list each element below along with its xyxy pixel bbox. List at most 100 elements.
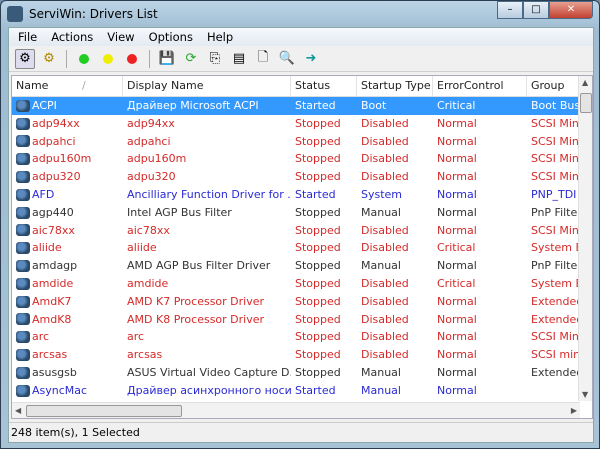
cell-status: Stopped — [295, 223, 341, 237]
menu-view[interactable]: View — [100, 28, 141, 46]
driver-icon — [16, 206, 30, 219]
find-icon[interactable]: 🔍 — [277, 49, 297, 69]
cell-driver-name: agp440 — [12, 204, 123, 222]
report-icon[interactable]: 🗋 — [253, 49, 273, 69]
cell-display-name: Драйвер асинхронного носи... — [127, 383, 291, 397]
driver-icon — [16, 242, 30, 255]
scroll-left-icon[interactable]: ◀ — [15, 406, 21, 415]
close-button[interactable]: ✕ — [549, 1, 593, 19]
vertical-scroll-thumb[interactable] — [580, 93, 592, 113]
cell-status: Stopped — [295, 116, 341, 130]
table-row[interactable]: AsyncMac Драйвер асинхронного носи... Star… — [12, 382, 592, 400]
horizontal-scrollbar[interactable]: ◀ ▶ — [12, 402, 580, 418]
cell-group: SCSI Mini — [531, 116, 580, 130]
column-header-display-name[interactable]: Display Name — [123, 76, 291, 96]
table-row[interactable]: adp94xx adp94xx Stopped Disabled Normal SCSI … — [12, 115, 592, 133]
cell-error-control: Normal — [437, 223, 477, 237]
table-row[interactable]: amdagp AMD AGP Bus Filter Driver Stopped Ma… — [12, 257, 592, 275]
maximize-button[interactable]: □ — [523, 1, 549, 19]
driver-name-text: adpu320 — [32, 170, 81, 184]
vertical-scrollbar[interactable]: ▲ ▼ — [578, 76, 592, 401]
table-row[interactable]: adpu160m adpu160m Stopped Disabled Normal SCS… — [12, 150, 592, 168]
start-icon[interactable] — [74, 49, 94, 69]
cell-status: Started — [295, 99, 336, 112]
driver-name-text: ACPI — [32, 99, 57, 112]
cell-display-name: adp94xx — [127, 116, 175, 130]
properties-icon[interactable]: ▤ — [229, 49, 249, 69]
list-header: Name / Display Name Status Startup Type … — [12, 76, 592, 97]
table-row[interactable]: arcsas arcsas Stopped Disabled Normal SCSI mi… — [12, 346, 592, 364]
driver-icon — [16, 99, 30, 112]
cell-display-name: arcsas — [127, 348, 163, 362]
table-row[interactable]: ACPI Драйвер Microsoft ACPI Started Boot Cri… — [12, 97, 592, 115]
cell-status: Stopped — [295, 312, 341, 326]
cell-driver-name: amdide — [12, 275, 123, 293]
menu-bar: File Actions View Options Help — [9, 28, 593, 46]
toolbar: ⚙ ⚙ 💾 ⟳ ⎘ ▤ 🗋 🔍 ➜ — [9, 46, 593, 72]
services-view-icon[interactable]: ⚙ — [39, 49, 59, 69]
driver-icon — [16, 366, 30, 379]
table-row[interactable]: aliide aliide Stopped Disabled Critical Syste… — [12, 239, 592, 257]
refresh-icon[interactable]: ⟳ — [181, 49, 201, 69]
cell-status: Started — [295, 383, 336, 397]
cell-group: SCSI mini — [531, 348, 580, 362]
menu-actions[interactable]: Actions — [44, 28, 100, 46]
cell-error-control: Normal — [437, 259, 477, 273]
cell-error-control: Critical — [437, 276, 476, 290]
table-row[interactable]: asusgsb ASUS Virtual Video Capture D... St… — [12, 364, 592, 382]
menu-help[interactable]: Help — [200, 28, 240, 46]
driver-name-text: agp440 — [32, 205, 74, 219]
driver-name-text: amdide — [32, 276, 74, 290]
column-header-status[interactable]: Status — [291, 76, 357, 96]
drivers-view-icon[interactable]: ⚙ — [15, 48, 35, 69]
menu-options[interactable]: Options — [142, 28, 200, 46]
cell-display-name: aic78xx — [127, 223, 170, 237]
cell-driver-name: adpahci — [12, 133, 123, 151]
cell-status: Stopped — [295, 241, 341, 255]
table-row[interactable]: arc arc Stopped Disabled Normal SCSI Mini — [12, 328, 592, 346]
stop-icon[interactable] — [122, 49, 142, 69]
table-row[interactable]: amdide amdide Stopped Disabled Critical Syste… — [12, 275, 592, 293]
cell-startup-type: Manual — [361, 383, 401, 397]
drivers-list[interactable]: Name / Display Name Status Startup Type … — [11, 75, 593, 419]
title-bar: ServiWin: Drivers List — [7, 4, 158, 24]
cell-display-name: Драйвер Microsoft ACPI — [127, 99, 259, 112]
window-title: ServiWin: Drivers List — [29, 7, 158, 21]
cell-startup-type: Disabled — [361, 170, 409, 184]
column-header-error-control[interactable]: ErrorControl — [433, 76, 527, 96]
cell-display-name: AMD AGP Bus Filter Driver — [127, 259, 271, 273]
column-header-name[interactable]: Name / — [12, 76, 123, 96]
cell-startup-type: Disabled — [361, 276, 409, 290]
table-row[interactable]: agp440 Intel AGP Bus Filter Stopped Manual N… — [12, 204, 592, 222]
table-row[interactable]: AmdK7 AMD K7 Processor Driver Stopped Disab… — [12, 293, 592, 311]
sort-indicator: / — [81, 79, 86, 92]
copy-icon[interactable]: ⎘ — [205, 49, 225, 69]
cell-error-control: Normal — [437, 187, 477, 201]
horizontal-scroll-thumb[interactable] — [26, 405, 182, 417]
scroll-right-icon[interactable]: ▶ — [571, 406, 577, 415]
cell-display-name: Ancilliary Function Driver for ... — [127, 187, 291, 201]
table-row[interactable]: AmdK8 AMD K8 Processor Driver Stopped Disab… — [12, 311, 592, 329]
minimize-button[interactable]: – — [497, 1, 523, 19]
scroll-up-icon[interactable]: ▲ — [582, 78, 588, 87]
driver-name-text: arcsas — [32, 348, 68, 362]
save-icon[interactable]: 💾 — [157, 49, 177, 69]
driver-icon — [16, 260, 30, 273]
table-row[interactable]: adpahci adpahci Stopped Disabled Normal SCSI … — [12, 133, 592, 151]
cell-startup-type: Disabled — [361, 223, 409, 237]
table-row[interactable]: adpu320 adpu320 Stopped Disabled Normal SCSI … — [12, 168, 592, 186]
column-header-group[interactable]: Group — [527, 76, 580, 96]
exit-icon[interactable]: ➜ — [301, 49, 321, 69]
table-row[interactable]: aic78xx aic78xx Stopped Disabled Normal SCSI … — [12, 222, 592, 240]
driver-icon — [16, 349, 30, 362]
driver-name-text: AsyncMac — [32, 383, 88, 397]
column-header-startup-type[interactable]: Startup Type — [357, 76, 433, 96]
menu-file[interactable]: File — [11, 28, 44, 46]
table-row[interactable]: AFD Ancilliary Function Driver for ... Sta… — [12, 186, 592, 204]
pause-icon[interactable] — [98, 49, 118, 69]
scroll-down-icon[interactable]: ▼ — [582, 390, 588, 399]
cell-error-control: Critical — [437, 99, 476, 112]
cell-display-name: adpu160m — [127, 152, 187, 166]
cell-driver-name: aic78xx — [12, 222, 123, 240]
driver-icon — [16, 171, 30, 184]
